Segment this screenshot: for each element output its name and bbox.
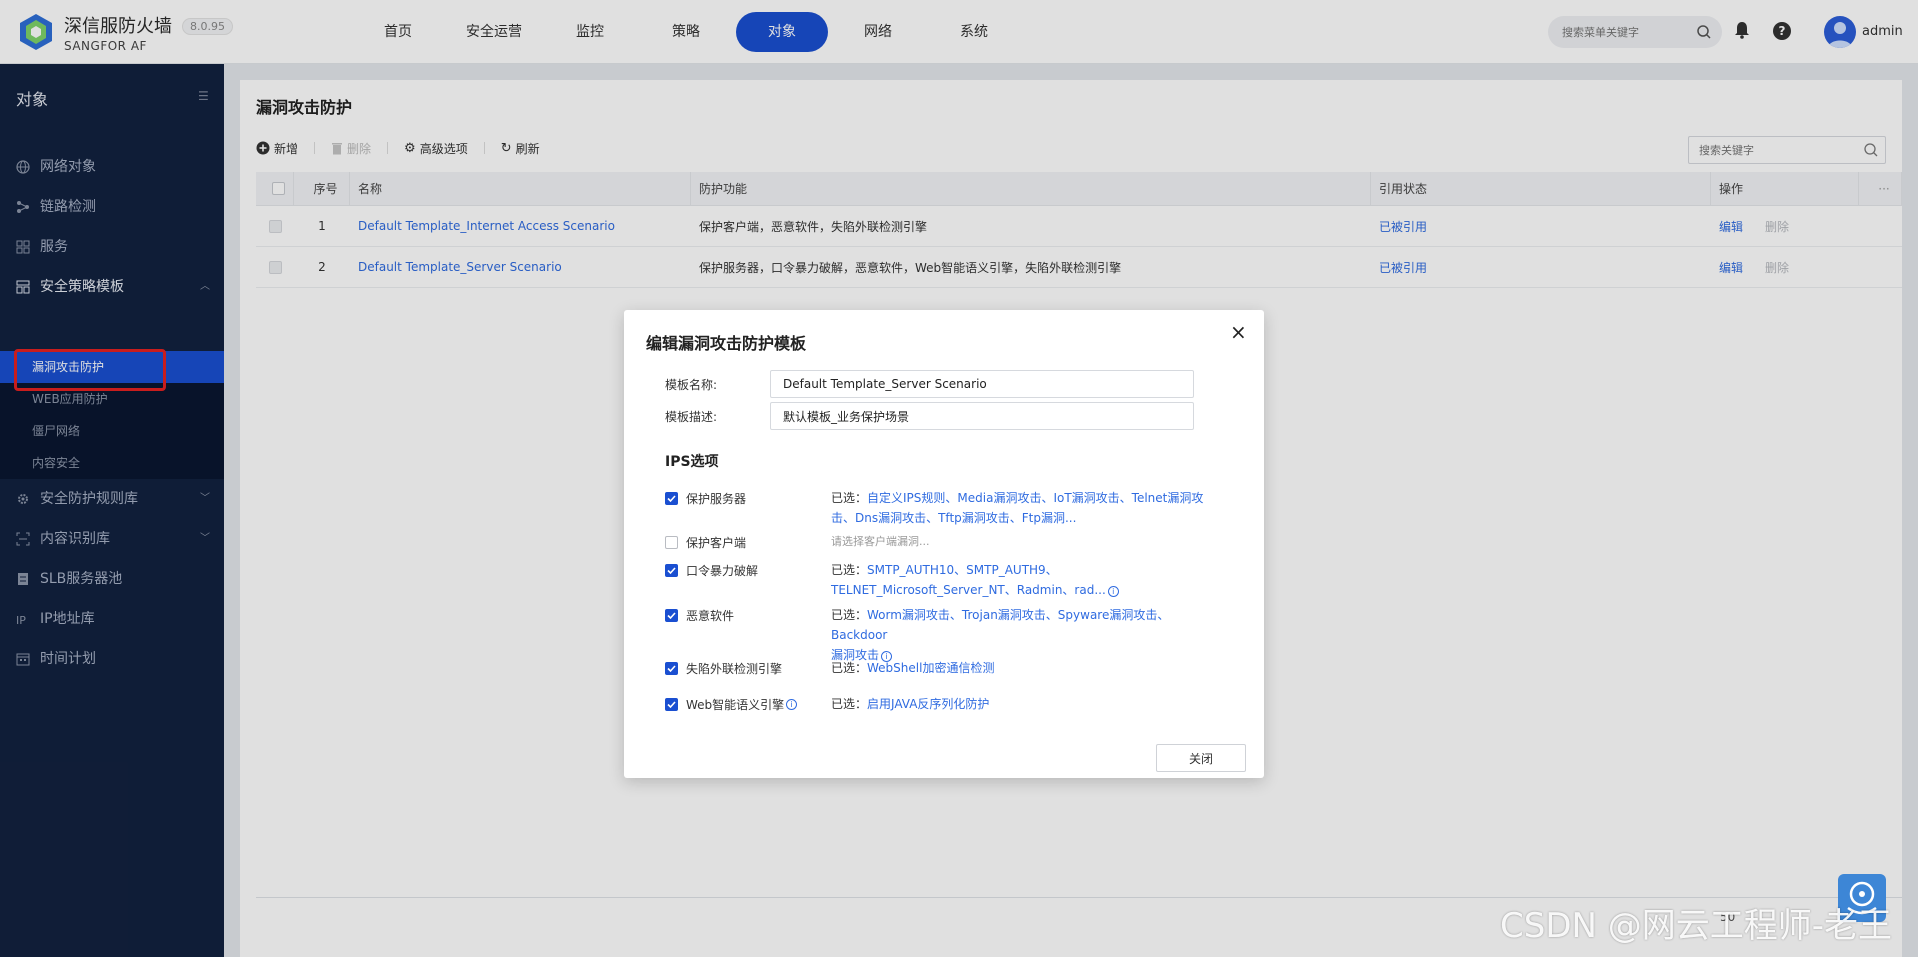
selected-rules-link[interactable]: WebShell加密通信检测	[867, 661, 994, 675]
option-selected-protect-server: 已选：自定义IPS规则、Media漏洞攻击、IoT漏洞攻击、Telnet漏洞攻 …	[831, 488, 1225, 528]
option-protect-server[interactable]: 保护服务器	[665, 490, 746, 507]
checkbox-unchecked-icon[interactable]	[665, 536, 678, 549]
option-label: 口令暴力破解	[686, 564, 759, 578]
option-protect-client[interactable]: 保护客户端	[665, 534, 746, 551]
option-label: 保护服务器	[686, 492, 747, 506]
option-label: 失陷外联检测引擎	[686, 662, 783, 676]
option-label: 恶意软件	[686, 609, 735, 623]
option-label: Web智能语义引擎	[686, 698, 785, 712]
option-client-placeholder[interactable]: 请选择客户端漏洞...	[831, 532, 1225, 552]
option-selected-brute-force: 已选：SMTP_AUTH10、SMTP_AUTH9、 TELNET_Micros…	[831, 560, 1225, 600]
selected-rules-link-cont[interactable]: 击、Dns漏洞攻击、Tftp漏洞攻击、Ftp漏洞...	[831, 511, 1076, 525]
option-brute-force[interactable]: 口令暴力破解	[665, 562, 758, 579]
template-desc-label: 模板描述:	[665, 410, 718, 424]
option-label: 保护客户端	[686, 536, 747, 550]
close-button[interactable]: 关闭	[1156, 744, 1246, 772]
info-icon[interactable]: i	[786, 699, 798, 710]
template-name-input[interactable]	[770, 370, 1194, 398]
selected-prefix: 已选：	[831, 608, 868, 622]
watermark-text: CSDN @网云工程师-老王	[1500, 906, 1893, 946]
close-icon[interactable]: ×	[1230, 322, 1247, 342]
selected-rules-link[interactable]: 启用JAVA反序列化防护	[867, 697, 989, 711]
dialog-title: 编辑漏洞攻击防护模板	[646, 334, 807, 353]
template-desc-input[interactable]	[770, 402, 1194, 430]
checkbox-checked-icon[interactable]	[665, 662, 678, 675]
checkbox-checked-icon[interactable]	[665, 609, 678, 622]
selected-rules-link[interactable]: SMTP_AUTH10、SMTP_AUTH9、	[867, 563, 1058, 577]
option-web-semantic-engine[interactable]: Web智能语义引擎 i	[665, 696, 798, 713]
template-name-label: 模板名称:	[665, 378, 718, 392]
selected-prefix: 已选：	[831, 563, 868, 577]
ips-section-title: IPS选项	[665, 454, 719, 470]
info-icon[interactable]: i	[1107, 586, 1119, 597]
checkbox-checked-icon[interactable]	[665, 564, 678, 577]
selected-prefix: 已选：	[831, 697, 868, 711]
edit-template-dialog: 编辑漏洞攻击防护模板 × 模板名称: 模板描述: IPS选项 保护服务器 已选：…	[624, 310, 1264, 778]
checkbox-checked-icon[interactable]	[665, 698, 678, 711]
selected-rules-link-cont[interactable]: TELNET_Microsoft_Server_NT、Radmin、rad...	[831, 583, 1106, 597]
selected-rules-link[interactable]: Worm漏洞攻击、Trojan漏洞攻击、Spyware漏洞攻击、Backdoor	[831, 608, 1169, 642]
option-malware[interactable]: 恶意软件	[665, 607, 734, 624]
option-selected-malware: 已选：Worm漏洞攻击、Trojan漏洞攻击、Spyware漏洞攻击、Backd…	[831, 605, 1225, 665]
option-selected-web-semantic: 已选：启用JAVA反序列化防护	[831, 694, 1225, 714]
option-selected-compromise-detection: 已选：WebShell加密通信检测	[831, 658, 1225, 678]
selected-prefix: 已选：	[831, 661, 868, 675]
checkbox-checked-icon[interactable]	[665, 492, 678, 505]
selected-rules-link[interactable]: 自定义IPS规则、Media漏洞攻击、IoT漏洞攻击、Telnet漏洞攻	[867, 491, 1203, 505]
selected-prefix: 已选：	[831, 491, 868, 505]
option-compromise-detection[interactable]: 失陷外联检测引擎	[665, 660, 782, 677]
